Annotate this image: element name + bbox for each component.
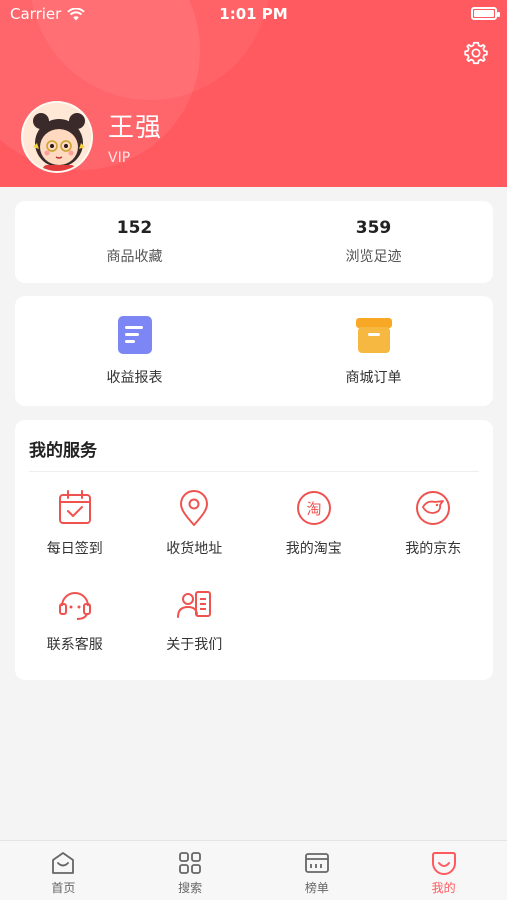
tab-label: 我的 — [431, 881, 456, 895]
service-label: 我的淘宝 — [285, 541, 342, 557]
grid-icon — [179, 852, 202, 874]
stat-history[interactable]: 359 浏览足迹 — [254, 201, 493, 283]
service-shipping-address[interactable]: 收货地址 — [135, 488, 255, 558]
quick-actions-card: 收益报表 商城订单 — [15, 296, 493, 406]
user-level-badge: VIP — [108, 150, 131, 166]
divider — [29, 471, 479, 472]
service-label: 我的京东 — [405, 541, 462, 557]
avatar[interactable] — [21, 101, 93, 173]
service-about-us[interactable]: 关于我们 — [135, 584, 255, 654]
tab-mine[interactable]: 我的 — [380, 841, 507, 900]
tab-search[interactable]: 搜索 — [127, 841, 254, 900]
order-box-icon — [355, 318, 392, 353]
service-label: 联系客服 — [46, 637, 103, 653]
contact-card-icon — [177, 591, 212, 618]
user-name: 王强 — [108, 113, 163, 143]
home-icon — [52, 852, 75, 874]
ranking-icon — [304, 853, 329, 873]
profile-header: Carrier 1:01 PM 王强 VIP — [0, 0, 507, 187]
service-label: 关于我们 — [166, 637, 223, 653]
section-title: 我的服务 — [29, 441, 97, 461]
clock: 1:01 PM — [219, 5, 288, 23]
status-bar: Carrier 1:01 PM — [0, 0, 507, 28]
settings-gear-icon[interactable] — [463, 40, 489, 66]
quick-action-label: 商城订单 — [345, 370, 402, 386]
mall-orders-button[interactable]: 商城订单 — [254, 296, 493, 406]
services-grid: 每日签到 收货地址 淘 我的淘宝 我的京东 联系客服 关于我们 — [15, 488, 493, 654]
jd-icon — [416, 491, 451, 525]
taobao-glyph: 淘 — [306, 500, 321, 518]
quick-action-label: 收益报表 — [106, 370, 163, 386]
battery-icon — [471, 7, 500, 20]
stat-value: 152 — [116, 218, 153, 238]
tab-label: 首页 — [51, 881, 76, 895]
tab-label: 搜索 — [178, 881, 203, 895]
stat-label: 商品收藏 — [106, 249, 163, 265]
service-label: 每日签到 — [46, 541, 103, 557]
my-services-card: 我的服务 每日签到 收货地址 淘 我的淘宝 我的京东 联系客服 关于我们 — [15, 420, 493, 680]
stat-favorites[interactable]: 152 商品收藏 — [15, 201, 254, 283]
service-my-jd[interactable]: 我的京东 — [374, 488, 494, 558]
tab-label: 榜单 — [304, 881, 329, 895]
stat-value: 359 — [355, 218, 392, 238]
earnings-report-button[interactable]: 收益报表 — [15, 296, 254, 406]
taobao-icon: 淘 — [296, 491, 331, 525]
stat-label: 浏览足迹 — [345, 249, 402, 265]
calendar-check-icon — [58, 490, 91, 524]
service-my-taobao[interactable]: 淘 我的淘宝 — [254, 488, 374, 558]
service-customer-support[interactable]: 联系客服 — [15, 584, 135, 654]
headset-icon — [58, 592, 91, 620]
service-label: 收货地址 — [166, 541, 223, 557]
tab-home[interactable]: 首页 — [0, 841, 127, 900]
tab-ranking[interactable]: 榜单 — [254, 841, 381, 900]
bottom-tab-bar: 首页 搜索 榜单 我的 — [0, 840, 507, 900]
location-pin-icon — [180, 490, 209, 526]
stats-card: 152 商品收藏 359 浏览足迹 — [15, 201, 493, 283]
service-daily-checkin[interactable]: 每日签到 — [15, 488, 135, 558]
report-icon — [117, 316, 152, 354]
smile-icon — [431, 852, 456, 875]
